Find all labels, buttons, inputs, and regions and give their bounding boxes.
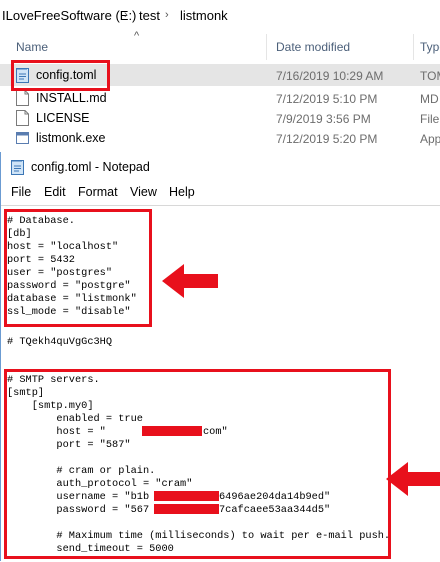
column-divider[interactable] [266,34,267,60]
file-date: 7/9/2019 3:56 PM [276,112,371,126]
file-date: 7/16/2019 10:29 AM [276,69,384,83]
secret-line-text: # TQekh4quVgGc3HQ [7,336,113,348]
chevron-right-icon: › [165,9,169,21]
application-icon [16,132,29,144]
arrow-left-icon [162,264,218,298]
menu-file[interactable]: File [11,185,31,199]
chevron-right-icon: › [124,9,128,21]
menu-bar: File Edit Format View Help [1,182,440,204]
file-type: File [420,112,440,126]
db-highlight-box [4,209,152,327]
file-type: MD [420,92,439,106]
column-headers: Name ^ Date modified Type [0,30,440,60]
menu-help[interactable]: Help [169,185,195,199]
file-row-license[interactable]: LICENSE 7/9/2019 3:56 PM File [0,107,440,129]
notepad-app-icon [11,160,24,175]
arrow-left-icon [386,462,440,496]
file-row-exe[interactable]: listmonk.exe 7/12/2019 5:20 PM App [0,127,440,149]
file-name: LICENSE [36,111,90,125]
column-header-type[interactable]: Type [420,40,440,54]
column-divider[interactable] [413,34,414,60]
column-header-name[interactable]: Name [16,40,48,54]
file-type: App [420,132,440,146]
column-header-date[interactable]: Date modified [276,40,350,54]
menu-view[interactable]: View [130,185,157,199]
sort-up-icon: ^ [134,30,140,42]
document-file-icon [16,90,29,106]
title-bar[interactable]: config.toml - Notepad [1,152,440,182]
menu-edit[interactable]: Edit [44,185,66,199]
breadcrumb-drive[interactable]: ILoveFreeSoftware (E:) [2,8,136,23]
document-file-icon [16,110,29,126]
breadcrumb-test[interactable]: test [139,8,160,23]
smtp-highlight-box [4,369,391,559]
file-name: INSTALL.md [36,91,107,105]
window-title: config.toml - Notepad [31,160,150,174]
breadcrumb: ILoveFreeSoftware (E:) › test › listmonk [0,0,440,32]
highlight-box [11,60,110,91]
breadcrumb-listmonk[interactable]: listmonk [180,8,228,23]
file-name: listmonk.exe [36,131,106,145]
menu-format[interactable]: Format [78,185,118,199]
file-type: TOM [420,69,440,83]
file-date: 7/12/2019 5:10 PM [276,92,378,106]
file-date: 7/12/2019 5:20 PM [276,132,378,146]
